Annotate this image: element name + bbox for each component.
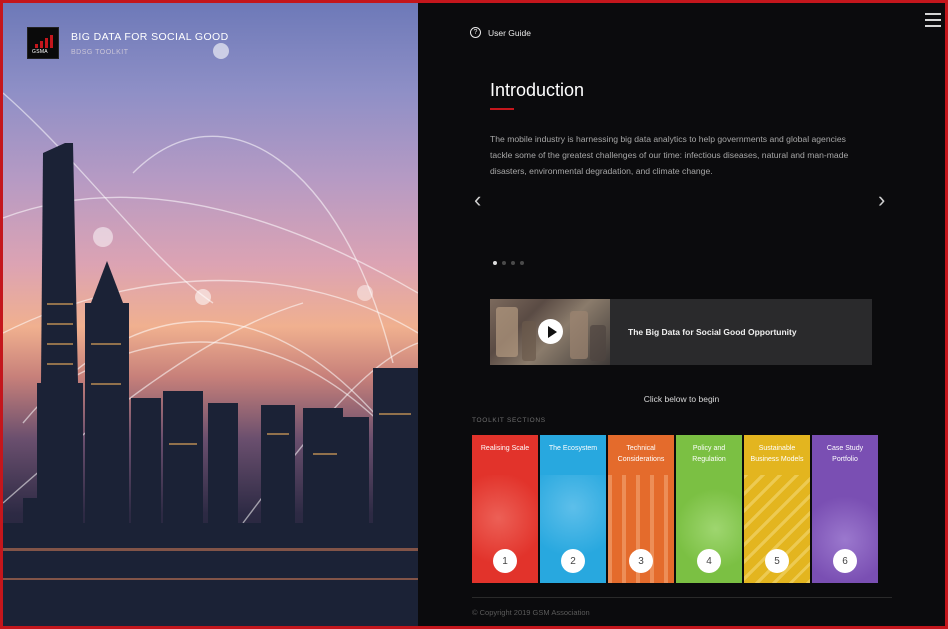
click-to-begin-text: Click below to begin [643, 394, 720, 404]
gsma-logo: GSMA [27, 27, 59, 59]
section-title: Sustainable Business Models [750, 445, 804, 463]
section-number: 2 [561, 549, 585, 573]
section-number: 3 [629, 549, 653, 573]
video-card[interactable]: The Big Data for Social Good Opportunity [490, 299, 872, 365]
hamburger-menu-icon[interactable] [925, 13, 941, 27]
intro-text: The mobile industry is harnessing big da… [490, 134, 849, 176]
video-thumbnail [490, 299, 610, 365]
chevron-left-icon[interactable]: ‹ [474, 189, 481, 211]
toolkit-sections-label: TOOLKIT SECTIONS [472, 417, 546, 424]
section-number: 5 [765, 549, 789, 573]
section-number: 1 [493, 549, 517, 573]
chevron-right-icon[interactable]: › [878, 189, 885, 211]
user-guide-label: User Guide [488, 27, 531, 38]
section-title: Realising Scale [480, 445, 530, 452]
section-title: Policy and Regulation [692, 445, 726, 463]
city-skyline-illustration [3, 43, 418, 626]
app-frame: GSMA BIG DATA FOR SOCIAL GOOD BDSG TOOLK… [0, 0, 948, 629]
section-number: 6 [833, 549, 857, 573]
section-card-business-models[interactable]: Sustainable Business Models 5 [744, 435, 810, 583]
hero-image-city-network: GSMA BIG DATA FOR SOCIAL GOOD BDSG TOOLK… [3, 3, 418, 626]
section-title: Technical Considerations [617, 445, 665, 463]
brand-text: BIG DATA FOR SOCIAL GOOD BDSG TOOLKIT [71, 27, 229, 56]
video-title: The Big Data for Social Good Opportunity [628, 327, 797, 337]
title-underline [490, 108, 514, 110]
logo-text: GSMA [32, 49, 48, 55]
help-circle-icon: ? [470, 27, 481, 38]
carousel-dot-4[interactable] [520, 261, 524, 265]
user-guide-link[interactable]: ? User Guide [470, 27, 531, 38]
section-number: 4 [697, 549, 721, 573]
carousel-dot-1[interactable] [493, 261, 497, 265]
intro-title: Introduction [490, 80, 585, 100]
copyright-text: © Copyright 2019 GSM Association [472, 608, 590, 617]
section-card-case-study[interactable]: Case Study Portfolio 6 [812, 435, 878, 583]
section-card-technical[interactable]: Technical Considerations 3 [608, 435, 674, 583]
footer-divider [472, 597, 892, 598]
carousel-dot-3[interactable] [511, 261, 515, 265]
carousel-dots [493, 261, 524, 265]
section-card-policy[interactable]: Policy and Regulation 4 [676, 435, 742, 583]
brand-header: GSMA BIG DATA FOR SOCIAL GOOD BDSG TOOLK… [27, 27, 229, 59]
section-card-ecosystem[interactable]: The Ecosystem 2 [540, 435, 606, 583]
play-icon[interactable] [538, 319, 563, 344]
carousel-dot-2[interactable] [502, 261, 506, 265]
section-title: The Ecosystem [548, 445, 598, 452]
brand-subtitle: BDSG TOOLKIT [71, 49, 129, 56]
section-card-realising-scale[interactable]: Realising Scale 1 [472, 435, 538, 583]
section-title: Case Study Portfolio [826, 445, 864, 463]
toolkit-sections: Realising Scale 1 The Ecosystem 2 Techni… [472, 435, 878, 583]
brand-title: BIG DATA FOR SOCIAL GOOD [71, 31, 229, 43]
content-panel: ? User Guide Introduction The mobile ind… [418, 3, 945, 626]
